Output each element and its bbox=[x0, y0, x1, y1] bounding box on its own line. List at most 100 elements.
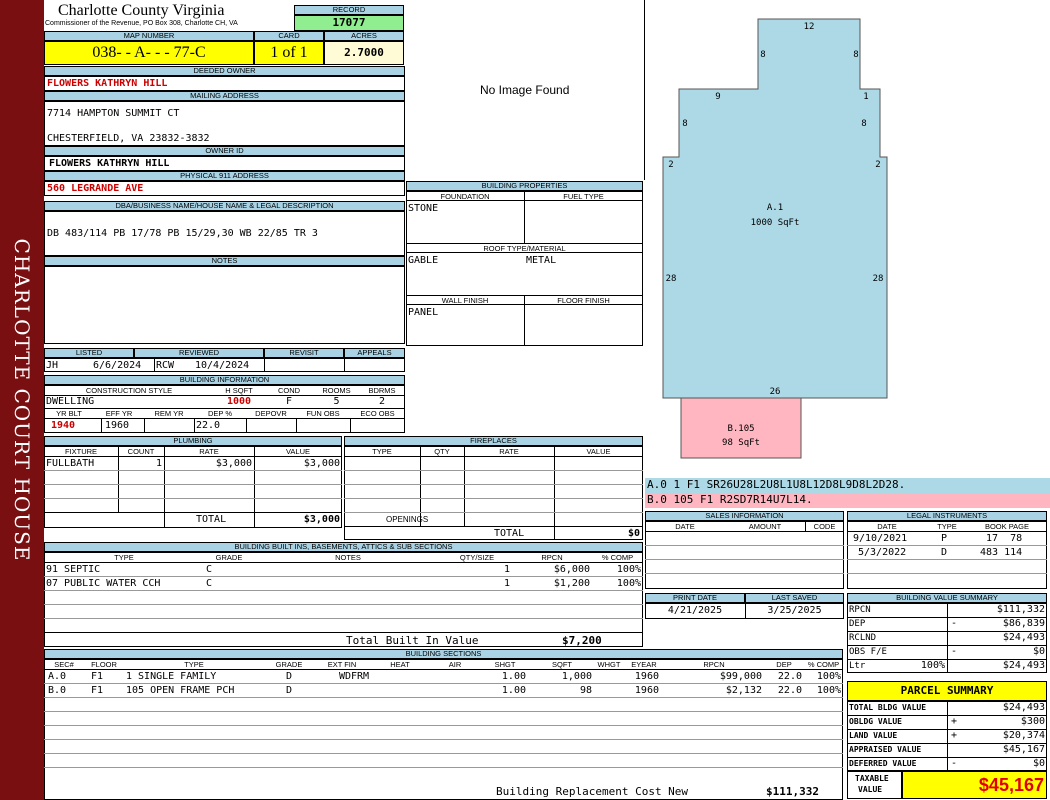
effyr-value: 1960 bbox=[105, 420, 130, 431]
dep-value: 22.0 bbox=[196, 420, 221, 431]
extfin-header: EXT FIN bbox=[327, 660, 357, 669]
sales-line-1 bbox=[645, 545, 844, 546]
parcel-obldg-label: OBLDG VALUE bbox=[849, 717, 902, 726]
bvs-rclnd-label: RCLND bbox=[849, 633, 877, 643]
air-header: AIR bbox=[448, 660, 462, 669]
fp-qty-header: QTY bbox=[434, 447, 450, 456]
plumbing-value: $3,000 bbox=[303, 458, 340, 469]
bi-vdiv-6 bbox=[350, 418, 351, 433]
bi-row1-rpcn: $6,000 bbox=[553, 564, 590, 575]
deeded-owner: FLOWERS KATHRYN HILL bbox=[47, 78, 168, 89]
shgt-header: SHGT bbox=[494, 660, 516, 669]
physical-address-label: PHYSICAL 911 ADDRESS bbox=[44, 171, 405, 181]
grade-header: GRADE bbox=[275, 660, 303, 669]
bvs-ltr-pct: 100% bbox=[920, 660, 945, 671]
fp-openings-label: OPENINGS bbox=[386, 515, 429, 524]
construction-style-label: CONSTRUCTION STYLE bbox=[85, 386, 173, 395]
bi-row1-qty: 1 bbox=[503, 564, 510, 575]
bi-vdiv-2 bbox=[144, 418, 145, 433]
sales-amount-header: AMOUNT bbox=[748, 522, 782, 531]
sales-line-2 bbox=[645, 559, 844, 560]
sections-line-3 bbox=[44, 711, 843, 712]
appeals-label: APPEALS bbox=[344, 348, 405, 358]
sketch-porch-label: B.105 bbox=[727, 424, 754, 434]
sections-line-2 bbox=[44, 697, 843, 698]
legal-row1-type: P bbox=[941, 533, 948, 544]
sec-row1-type: 1 SINGLE FAMILY bbox=[126, 671, 217, 682]
revisit-label: REVISIT bbox=[264, 348, 344, 358]
plumbing-fixture-header: FIXTURE bbox=[64, 447, 98, 456]
legal-line-3 bbox=[847, 573, 1047, 574]
bp-vdivider-2 bbox=[524, 295, 525, 346]
building-info-label: BUILDING INFORMATION bbox=[44, 375, 405, 385]
dim-top: 12 bbox=[804, 22, 815, 32]
plumbing-count: 1 bbox=[155, 458, 162, 469]
listed-label: LISTED bbox=[44, 348, 134, 358]
fp-line-2 bbox=[344, 484, 643, 485]
bi-row2-grade: C bbox=[206, 578, 213, 589]
bp-vdivider-1 bbox=[524, 191, 525, 243]
bi-row1-comp: 100% bbox=[616, 564, 641, 575]
effyr-label: EFF YR bbox=[105, 409, 133, 418]
bi-row-line-3 bbox=[44, 604, 643, 605]
listing-div-3 bbox=[344, 358, 345, 372]
bi-row2-rpcn: $1,200 bbox=[553, 578, 590, 589]
dim-r2: 1 bbox=[863, 92, 868, 102]
fp-total-label: TOTAL bbox=[494, 528, 525, 539]
legal-row2-date: 5/3/2022 bbox=[858, 547, 907, 558]
sec-row1-comp: 100% bbox=[816, 671, 841, 682]
sec-row2-shgt: 1.00 bbox=[501, 685, 526, 696]
fp-line-4 bbox=[344, 512, 643, 513]
yrblt-value: 1940 bbox=[51, 420, 76, 431]
bvs-rpcn-label: RPCN bbox=[849, 605, 871, 615]
sidebar-title: CHARLOTTE COURT HOUSE bbox=[10, 238, 34, 562]
sec-row1-sec: A.0 bbox=[48, 671, 67, 682]
reviewed-label: REVIEWED bbox=[134, 348, 264, 358]
sec-row2-dep: 22.0 bbox=[777, 685, 802, 696]
legal-line-2 bbox=[847, 559, 1047, 560]
parcel-tbv: $24,493 bbox=[1002, 702, 1045, 713]
bdrms-label: BDRMS bbox=[368, 386, 396, 395]
plumbing-rate-header: RATE bbox=[199, 447, 219, 456]
owner-id: FLOWERS KATHRYN HILL bbox=[49, 158, 170, 169]
sections-line-5 bbox=[44, 739, 843, 740]
sidebar: CHARLOTTE COURT HOUSE bbox=[0, 0, 44, 800]
sec-row2-eyear: 1960 bbox=[634, 685, 659, 696]
plumbing-total-label: TOTAL bbox=[196, 514, 227, 525]
dba-label: DBA/BUSINESS NAME/HOUSE NAME & LEGAL DES… bbox=[44, 201, 405, 211]
dim-l2: 9 bbox=[715, 92, 720, 102]
legal-row2-type: D bbox=[941, 547, 948, 558]
building-sketch: A.1 1000 SqFt B.105 98 SqFt 12 8 8 9 1 8… bbox=[662, 18, 888, 459]
sec-row1-eyear: 1960 bbox=[634, 671, 659, 682]
last-saved-date: 3/25/2025 bbox=[767, 605, 822, 616]
sec-row1-dep: 22.0 bbox=[777, 671, 802, 682]
legal-book-header: BOOK PAGE bbox=[984, 522, 1030, 531]
fp-value-header: VALUE bbox=[586, 447, 611, 456]
dim-bottom: 26 bbox=[770, 387, 781, 397]
notes-box bbox=[44, 266, 405, 344]
taxable-value: $45,167 bbox=[902, 771, 1047, 799]
mailing-line-2: CHESTERFIELD, VA 23832-3832 bbox=[47, 133, 210, 144]
bi-row1-grade: C bbox=[206, 564, 213, 575]
cond-label: COND bbox=[277, 386, 301, 395]
dep-header: DEP bbox=[776, 660, 792, 669]
foundation-value: STONE bbox=[408, 203, 439, 214]
comp-header: % COMP bbox=[807, 660, 840, 669]
dim-l4: 2 bbox=[668, 160, 673, 170]
plumbing-count-header: COUNT bbox=[127, 447, 155, 456]
bi-grade-header: GRADE bbox=[215, 553, 243, 562]
building-properties-label: BUILDING PROPERTIES bbox=[406, 181, 643, 191]
dim-r5: 28 bbox=[873, 274, 884, 284]
bvs-obs-label: OBS F/E bbox=[849, 647, 887, 657]
listed-by: JH bbox=[46, 360, 59, 371]
bi-row-line-1 bbox=[44, 576, 643, 577]
acres-value: 2.7000 bbox=[324, 41, 404, 65]
yrblt-label: YR BLT bbox=[56, 409, 82, 418]
parcel-summary-title: PARCEL SUMMARY bbox=[847, 681, 1047, 701]
heat-header: HEAT bbox=[390, 660, 410, 669]
pl-row-line-3 bbox=[44, 498, 342, 499]
type-header: TYPE bbox=[184, 660, 204, 669]
owner-id-label: OWNER ID bbox=[44, 146, 405, 156]
bvs-rclnd: $24,493 bbox=[1002, 632, 1045, 643]
bi-row1-type: 91 SEPTIC bbox=[46, 564, 101, 575]
